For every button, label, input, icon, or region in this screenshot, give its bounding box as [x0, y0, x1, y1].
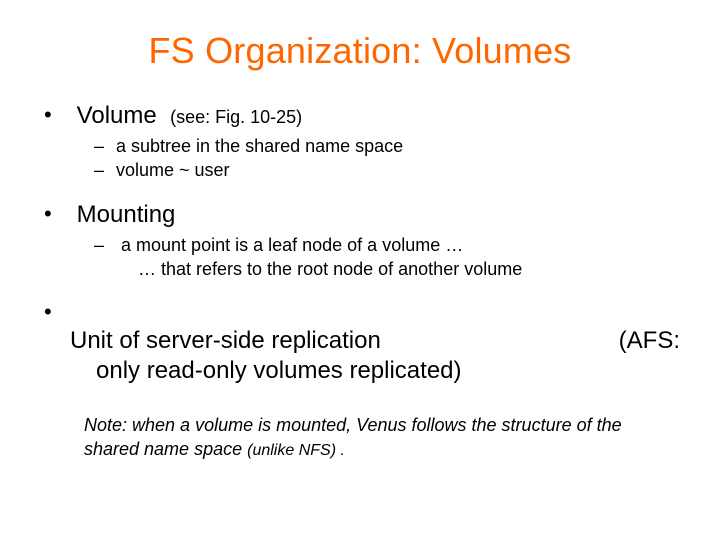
replication-left: Unit of server-side replication [70, 327, 589, 355]
footnote-text: Note: when a volume is mounted, Venus fo… [84, 415, 622, 459]
bullet-replication: Unit of server-side replication (AFS: on… [70, 299, 680, 385]
volume-sub1: a subtree in the shared name space [116, 134, 680, 158]
footnote-small: (unlike NFS) . [247, 442, 345, 459]
replication-right: (AFS: [589, 327, 680, 355]
replication-row: Unit of server-side replication (AFS: [70, 327, 680, 355]
mounting-sub1: a mount point is a leaf node of a volume… [116, 233, 680, 282]
mounting-sub1-text: a mount point is a leaf node of a volume… [121, 235, 463, 255]
footnote: Note: when a volume is mounted, Venus fo… [84, 413, 660, 462]
bullet-mounting-label: Mounting [77, 201, 176, 228]
replication-cont: only read-only volumes replicated) [96, 357, 680, 385]
mounting-sub1-cont: … that refers to the root node of anothe… [138, 257, 680, 281]
bullet-volume: Volume (see: Fig. 10-25) a subtree in th… [70, 102, 680, 183]
volume-sublist: a subtree in the shared name space volum… [116, 134, 680, 183]
volume-sub2: volume ~ user [116, 158, 680, 182]
slide-title: FS Organization: Volumes [40, 30, 680, 72]
bullet-list: Volume (see: Fig. 10-25) a subtree in th… [70, 102, 680, 385]
bullet-mounting: Mounting a mount point is a leaf node of… [70, 201, 680, 282]
bullet-volume-label: Volume [77, 102, 157, 129]
slide: FS Organization: Volumes Volume (see: Fi… [0, 0, 720, 540]
mounting-sublist: a mount point is a leaf node of a volume… [116, 233, 680, 282]
bullet-volume-see: (see: Fig. 10-25) [170, 107, 302, 127]
